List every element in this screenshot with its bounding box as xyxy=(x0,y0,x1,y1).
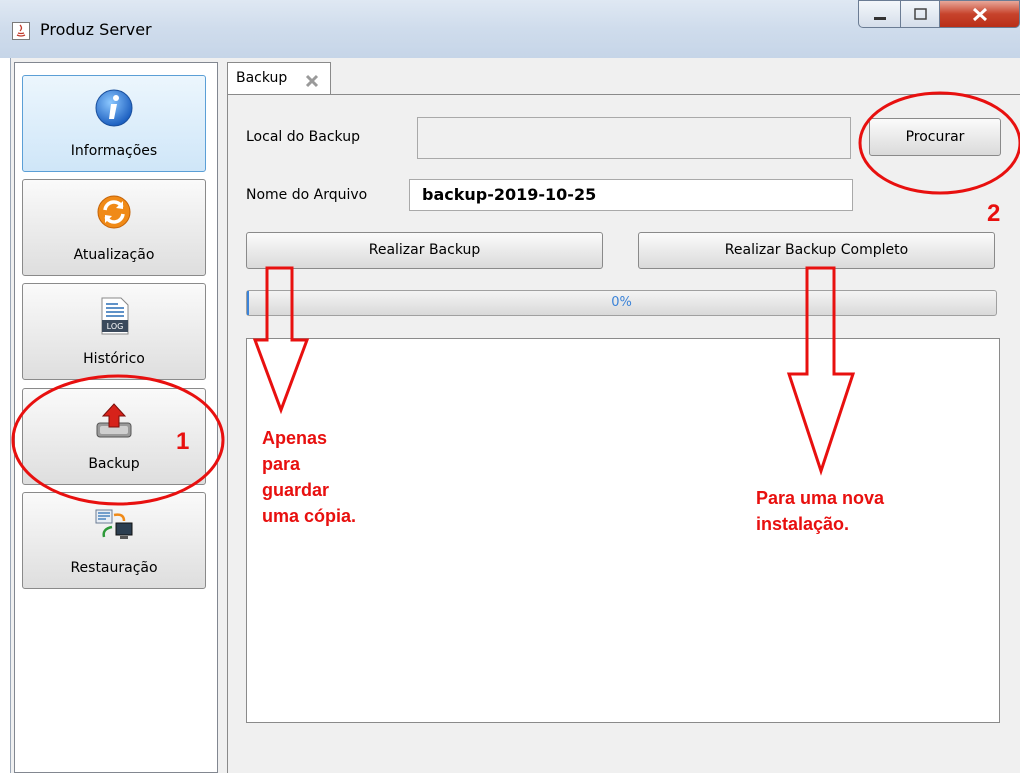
progress-text: 0% xyxy=(611,295,632,310)
note-left-line: para xyxy=(262,454,301,474)
local-label: Local do Backup xyxy=(246,129,360,145)
note-left-line: Apenas xyxy=(262,428,328,448)
sidebar-item-restauracao[interactable]: Restauração xyxy=(22,492,206,589)
file-value: backup-2019-10-25 xyxy=(422,185,597,204)
file-label: Nome do Arquivo xyxy=(246,187,368,203)
annotation-marker-1: 1 xyxy=(176,428,190,455)
window-controls xyxy=(858,0,1020,30)
local-input[interactable] xyxy=(417,117,851,159)
annotation-note-right: Para uma nova instalação. xyxy=(756,485,884,537)
full-backup-button[interactable]: Realizar Backup Completo xyxy=(638,232,995,269)
annotation-marker-2: 2 xyxy=(987,200,1001,227)
annotation-note-left: Apenas para guardar uma cópia. xyxy=(262,425,356,529)
maximize-button[interactable] xyxy=(900,0,940,28)
note-right-line: Para uma nova xyxy=(756,488,885,508)
minimize-icon xyxy=(874,17,886,20)
sidebar-item-informacoes[interactable]: Informações xyxy=(22,75,206,172)
sidebar-item-label: Restauração xyxy=(70,560,158,576)
tab-backup[interactable]: Backup xyxy=(227,62,331,94)
backup-button[interactable]: Realizar Backup xyxy=(246,232,603,269)
sidebar-item-label: Informações xyxy=(70,143,158,159)
close-window-button[interactable] xyxy=(939,0,1020,28)
maximize-icon xyxy=(914,8,927,20)
window-title: Produz Server xyxy=(40,20,152,39)
java-app-icon xyxy=(12,22,30,40)
info-icon xyxy=(95,89,133,127)
sidebar-item-atualizacao[interactable]: Atualização xyxy=(22,179,206,276)
sidebar-item-historico[interactable]: LOG Histórico xyxy=(22,283,206,380)
close-x-icon xyxy=(972,7,988,22)
close-icon[interactable] xyxy=(304,73,320,89)
sidebar-item-label: Backup xyxy=(88,456,140,472)
note-left-line: guardar xyxy=(262,480,330,500)
log-textarea[interactable] xyxy=(246,338,1000,723)
restore-icon xyxy=(95,509,133,539)
refresh-icon xyxy=(97,195,131,229)
title-bar: Produz Server xyxy=(0,0,1020,58)
sidebar-item-label: Histórico xyxy=(83,351,145,367)
browse-button[interactable]: Procurar xyxy=(869,118,1001,156)
tab-label: Backup xyxy=(236,70,288,86)
log-icon: LOG xyxy=(101,297,129,335)
progress-bar: 0% xyxy=(246,290,997,316)
backup-icon xyxy=(96,403,132,438)
note-left-line: uma cópia. xyxy=(262,506,357,526)
note-right-line: instalação. xyxy=(756,514,850,534)
sidebar-item-label: Atualização xyxy=(73,247,155,263)
minimize-button[interactable] xyxy=(858,0,901,28)
file-input[interactable]: backup-2019-10-25 xyxy=(409,179,853,211)
svg-text:LOG: LOG xyxy=(107,322,124,331)
